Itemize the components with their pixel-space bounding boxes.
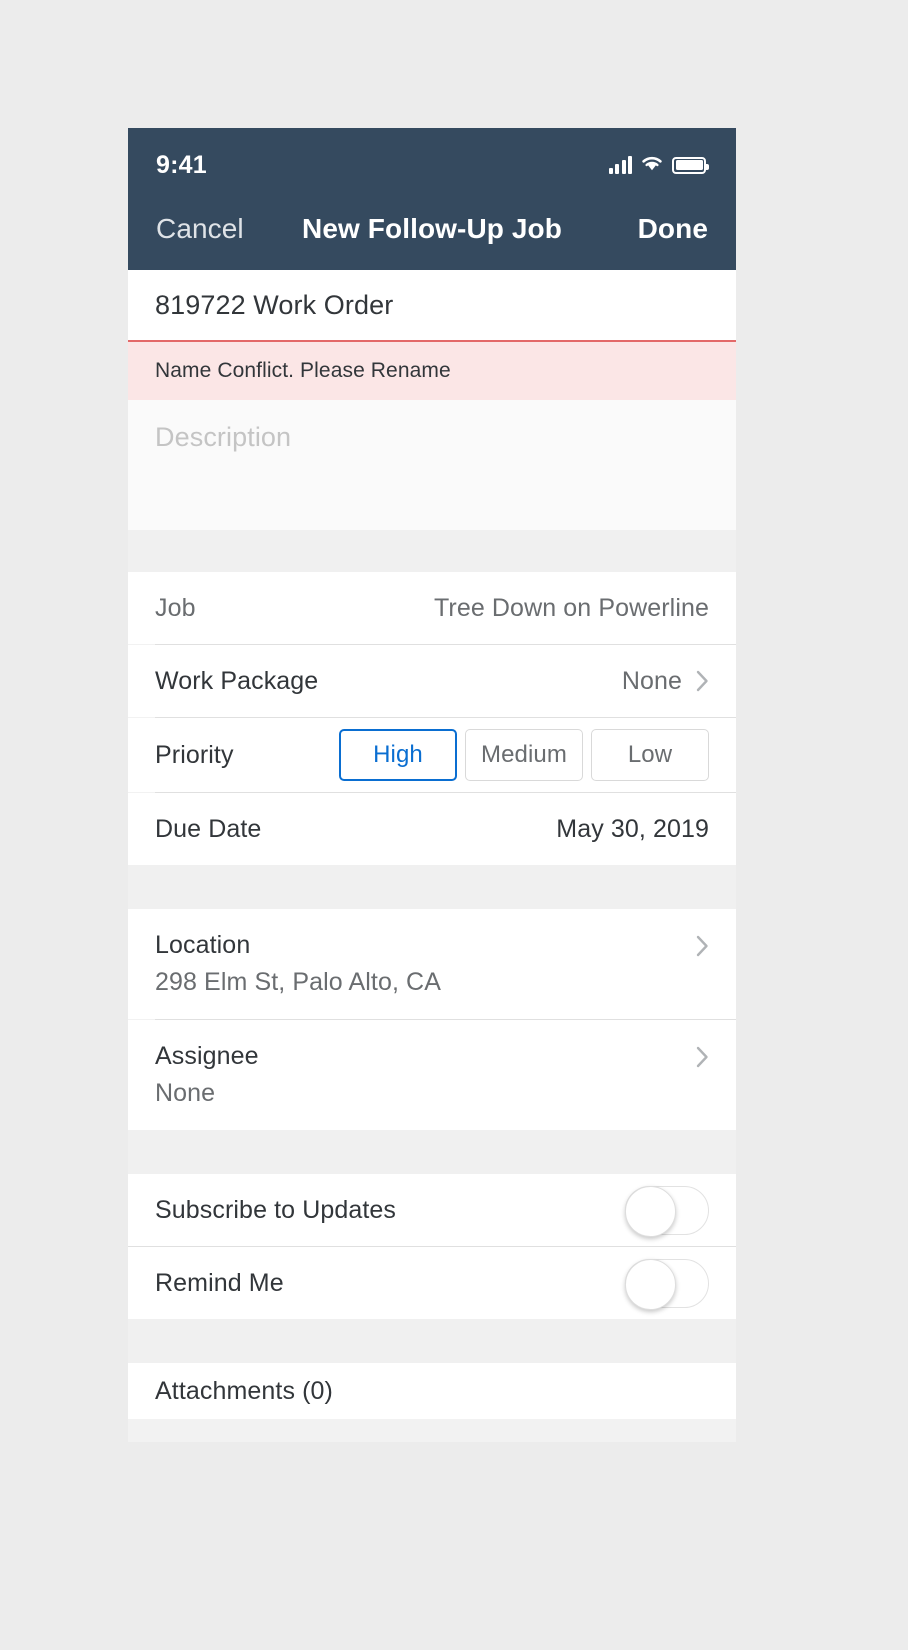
cancel-button[interactable]: Cancel	[156, 213, 244, 245]
attachments-row[interactable]: Attachments (0)	[128, 1363, 736, 1419]
signal-bars-icon	[608, 156, 632, 174]
section-gap	[128, 1319, 736, 1363]
status-bar: 9:41	[128, 128, 736, 188]
chevron-right-icon	[696, 935, 708, 957]
status-bar-icons	[608, 154, 709, 176]
toggle-knob	[625, 1258, 676, 1310]
subscribe-to-updates-row: Subscribe to Updates	[128, 1174, 736, 1246]
priority-option-high[interactable]: High	[339, 729, 457, 781]
priority-row-label: Priority	[155, 740, 234, 769]
section-gap	[128, 1130, 736, 1174]
location-row[interactable]: Location 298 Elm St, Palo Alto, CA	[128, 909, 736, 1019]
navigation-bar-actions: Cancel New Follow-Up Job Done	[128, 188, 736, 270]
work-package-row[interactable]: Work Package None	[128, 645, 736, 717]
phone-screen: 9:41 Cancel New Follow-Up Job Done 81972…	[128, 128, 736, 1442]
description-input[interactable]: Description	[128, 400, 736, 530]
location-row-label: Location	[155, 931, 251, 959]
chevron-right-icon	[696, 1046, 708, 1068]
toggle-knob	[625, 1185, 676, 1237]
remind-me-label: Remind Me	[155, 1268, 284, 1297]
job-title-input[interactable]: 819722 Work Order	[128, 270, 736, 342]
section-gap	[128, 865, 736, 909]
due-date-row-value: May 30, 2019	[556, 814, 709, 843]
priority-option-low[interactable]: Low	[591, 729, 709, 781]
remind-me-row: Remind Me	[128, 1247, 736, 1319]
attachments-label: Attachments (0)	[155, 1376, 333, 1405]
title-error-text: Name Conflict. Please Rename	[155, 359, 451, 382]
priority-option-medium[interactable]: Medium	[465, 729, 583, 781]
priority-row: Priority High Medium Low	[128, 718, 736, 792]
work-package-row-value: None	[621, 666, 682, 695]
work-package-row-label: Work Package	[155, 666, 319, 695]
assignee-row[interactable]: Assignee None	[128, 1020, 736, 1130]
job-row[interactable]: Job Tree Down on Powerline	[128, 572, 736, 644]
subscribe-to-updates-label: Subscribe to Updates	[155, 1195, 397, 1224]
title-error-message: Name Conflict. Please Rename	[128, 342, 736, 400]
subscribe-to-updates-toggle[interactable]	[625, 1185, 709, 1237]
job-title-value: 819722 Work Order	[155, 289, 394, 320]
section-gap	[128, 530, 736, 572]
job-row-label: Job	[155, 593, 196, 622]
assignee-row-label: Assignee	[155, 1042, 259, 1070]
done-button[interactable]: Done	[638, 213, 708, 245]
chevron-right-icon	[696, 670, 708, 692]
remind-me-toggle[interactable]	[625, 1258, 709, 1310]
wifi-icon	[641, 154, 663, 176]
location-row-value: 298 Elm St, Palo Alto, CA	[155, 968, 441, 996]
status-bar-time: 9:41	[156, 150, 207, 179]
description-placeholder: Description	[155, 422, 292, 452]
battery-full-icon	[672, 156, 709, 174]
assignee-row-value: None	[155, 1079, 216, 1107]
job-row-value: Tree Down on Powerline	[433, 593, 709, 622]
due-date-row[interactable]: Due Date May 30, 2019	[128, 793, 736, 865]
navigation-bar: 9:41 Cancel New Follow-Up Job Done	[128, 128, 736, 270]
priority-segmented-control: High Medium Low	[339, 729, 709, 781]
due-date-row-label: Due Date	[155, 814, 262, 843]
